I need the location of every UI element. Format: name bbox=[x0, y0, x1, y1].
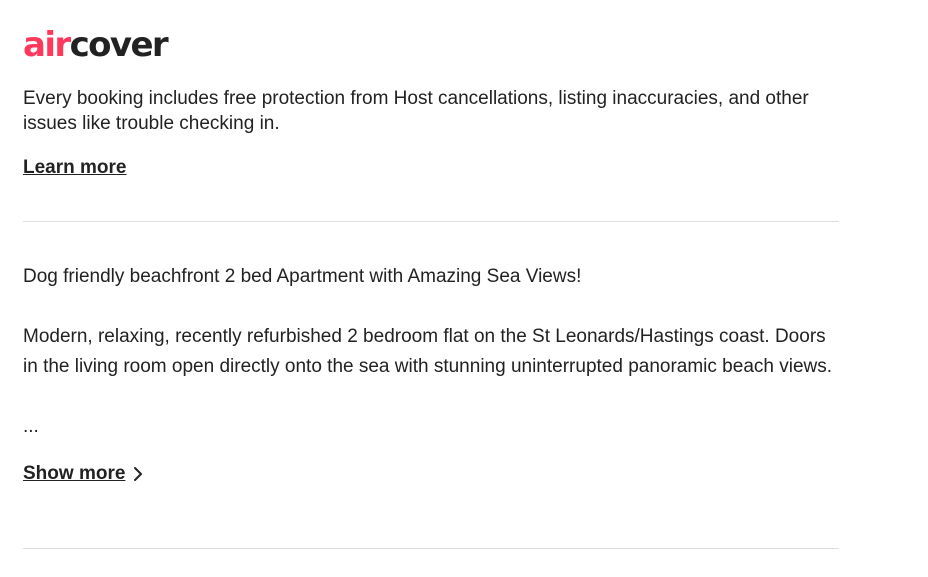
chevron-right-icon bbox=[131, 466, 145, 482]
listing-headline: Dog friendly beachfront 2 bed Apartment … bbox=[23, 266, 582, 287]
aircover-description: Every booking includes free protection f… bbox=[23, 88, 809, 134]
aircover-logo-cover: cover bbox=[69, 25, 169, 65]
show-more-button[interactable]: Show more bbox=[23, 460, 145, 488]
section-divider bbox=[23, 548, 839, 549]
aircover-logo-air: air bbox=[23, 25, 71, 65]
listing-description-body: Modern, relaxing, recently refurbished 2… bbox=[23, 326, 833, 377]
section-divider bbox=[23, 221, 839, 222]
aircover-logo: aircover bbox=[23, 26, 839, 64]
learn-more-link[interactable]: Learn more bbox=[23, 156, 126, 180]
aircover-section: aircover Every booking includes free pro… bbox=[23, 26, 839, 178]
show-more-label: Show more bbox=[23, 463, 126, 484]
description-ellipsis: ... bbox=[23, 416, 39, 437]
